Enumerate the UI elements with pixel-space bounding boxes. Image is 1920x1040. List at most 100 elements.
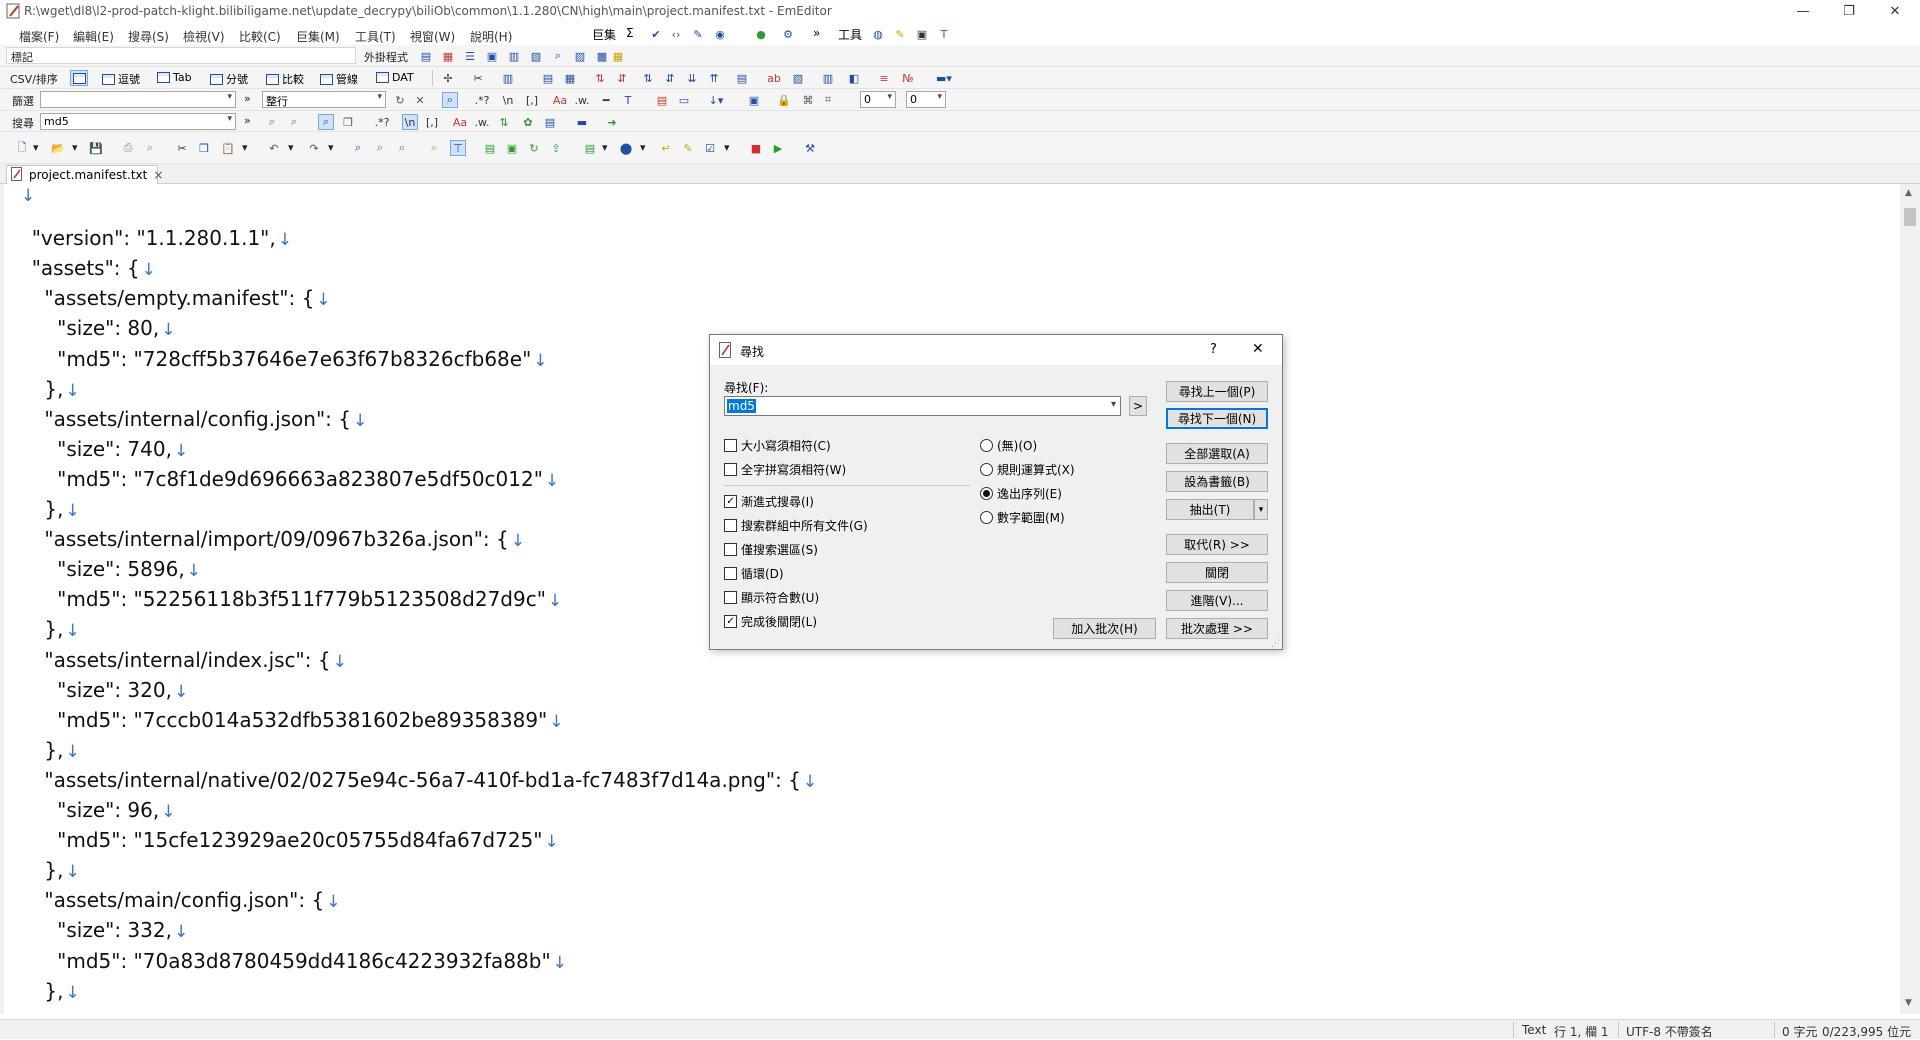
spell-check-icon[interactable]: ab	[766, 70, 782, 86]
run-macro-icon[interactable]: ●	[753, 26, 769, 42]
find-dialog-icon[interactable]: ▬	[574, 114, 590, 130]
browser-icon[interactable]: ◍	[870, 26, 886, 42]
editor-line[interactable]: ↓	[19, 182, 35, 206]
replace-icon[interactable]: ⌕	[394, 140, 410, 156]
chevron-down-icon[interactable]: ▾	[242, 141, 248, 154]
find-dialog-titlebar[interactable]: 尋找 ? ✕	[710, 335, 1282, 365]
plugin-projects-icon[interactable]: ▣	[484, 48, 500, 64]
incremental-icon[interactable]: ⇅	[496, 114, 512, 130]
vertical-scrollbar[interactable]: ▲ ▼	[1900, 184, 1920, 1014]
filter-input[interactable]: ▾	[40, 91, 236, 108]
editor-line[interactable]: "md5": "7c8f1de9d696663a823807e5df50c012…	[19, 467, 559, 491]
plugin-web-preview-icon[interactable]: ▨	[572, 48, 588, 64]
editor-line[interactable]: "md5": "52256118b3f511f779b5123508d27d9c…	[19, 587, 562, 611]
menu-help[interactable]: 說明(H)	[470, 28, 512, 45]
editor-line[interactable]: "md5": "70a83d8780459dd4186c4223932fa88b…	[19, 949, 567, 973]
csv-convert-icon[interactable]: ✢	[440, 70, 456, 86]
editor-line[interactable]: "assets/internal/index.jsc": {↓	[19, 648, 346, 672]
lock-icon[interactable]: 🔒	[776, 92, 792, 108]
status-position[interactable]: 行 1, 欄 1	[1554, 1023, 1609, 1040]
select-all-button[interactable]: 全部選取(A)	[1166, 443, 1268, 464]
plugin-search-icon[interactable]: ⌕	[550, 48, 566, 64]
checklist-icon[interactable]: ✔	[648, 26, 664, 42]
cut-icon[interactable]: ✂	[174, 140, 190, 156]
scroll-down-arrow-icon[interactable]: ▼	[1905, 998, 1912, 1008]
plugin-wordcount-icon[interactable]: ▧	[528, 48, 544, 64]
command-prompt-icon[interactable]: ▣	[914, 26, 930, 42]
tools-toolbar-label[interactable]: 工具	[838, 26, 862, 43]
find-all-icon[interactable]: ▤	[542, 114, 558, 130]
config-icon[interactable]: ▤	[582, 140, 598, 156]
play-macro-icon[interactable]: ▶	[770, 140, 786, 156]
menu-view[interactable]: 檢視(V)	[183, 28, 225, 45]
bookmark-bar[interactable]: 標記	[6, 47, 356, 64]
sort-descending-icon[interactable]: ⇵	[614, 70, 630, 86]
negative-filter-icon[interactable]: ━	[598, 92, 614, 108]
chevron-down-icon[interactable]: ▾	[640, 141, 646, 154]
sort-numeric-icon[interactable]: ⇅	[640, 70, 656, 86]
editor-line[interactable]: }, ↓	[19, 738, 79, 762]
editor-line[interactable]: }, ↓	[19, 377, 79, 401]
search-all-documents-checkbox[interactable]: 搜索群組中所有文件(G)	[724, 517, 868, 534]
plugin-charmap-icon[interactable]: ▦	[440, 48, 456, 64]
macro-settings-icon[interactable]: ⚙	[780, 26, 796, 42]
plugin-tag-icon[interactable]: ▦	[610, 48, 626, 64]
editor-line[interactable]: }, ↓	[19, 858, 79, 882]
csv-tab-button[interactable]: Tab	[157, 71, 192, 84]
escape-sequence-icon[interactable]: \n	[500, 92, 516, 108]
export-icon[interactable]: ⇪	[548, 140, 564, 156]
print-preview-icon[interactable]: ⌕	[142, 140, 158, 156]
filter-down-icon[interactable]: ↓▾	[708, 92, 724, 108]
macros-toolbar-label[interactable]: 巨集	[592, 26, 616, 43]
tool-hammer-icon[interactable]: T	[936, 26, 952, 42]
find-previous-button[interactable]: 尋找上一個(P)	[1166, 381, 1268, 402]
resize-grip-icon[interactable]: ⋰	[1271, 639, 1280, 649]
find-icon[interactable]: ⌕	[350, 140, 366, 156]
editor-line[interactable]: "version": "1.1.280.1.1", ↓	[19, 226, 292, 250]
new-file-icon[interactable]: 🗋	[14, 140, 30, 156]
customize-icon[interactable]: ✎	[680, 140, 696, 156]
editor-line[interactable]: "size": 5896, ↓	[19, 557, 201, 581]
filter-lines-icon[interactable]: ▤	[654, 92, 670, 108]
status-encoding[interactable]: UTF-8 不帶簽名	[1626, 1023, 1713, 1040]
filter-mode-select[interactable]: 整行 ▾	[262, 91, 386, 108]
close-dialog-button[interactable]: ✕	[1252, 341, 1264, 357]
editor-line[interactable]: "md5": "728cff5b37646e7e63f67b8326cfb68e…	[19, 347, 547, 371]
help-button[interactable]: ?	[1210, 342, 1217, 357]
close-window-button[interactable]: ✕	[1872, 0, 1918, 23]
find-next-icon[interactable]: ⌕	[372, 140, 388, 156]
status-mode[interactable]: Text	[1522, 1023, 1546, 1037]
chevron-down-icon[interactable]: ▾	[1111, 399, 1116, 410]
extract-button[interactable]: 抽出(T)	[1166, 499, 1254, 520]
chevron-down-icon[interactable]: ▾	[72, 141, 78, 154]
minimize-button[interactable]: —	[1780, 0, 1826, 23]
remove-duplicates-icon[interactable]: ▧	[790, 70, 806, 86]
mode-numeric-range-radio[interactable]: 數字範圍(M)	[980, 509, 1065, 526]
editor-line[interactable]: "md5": "15cfe123929ae20c05755d84fa67d725…	[19, 828, 559, 852]
sort-length-icon[interactable]: ⇊	[684, 70, 700, 86]
match-case-icon[interactable]: Aa	[452, 114, 468, 130]
escape-sequence-icon[interactable]: \n	[402, 114, 418, 130]
compare-files-icon[interactable]: ◧	[846, 70, 862, 86]
whole-word-icon[interactable]: .w.	[474, 114, 490, 130]
selection-only-checkbox[interactable]: 僅搜索選區(S)	[724, 541, 818, 558]
editor-line[interactable]: "assets/internal/native/02/0275e94c-56a7…	[19, 768, 817, 792]
editor-line[interactable]: "size": 332, ↓	[19, 918, 188, 942]
highlight-icon[interactable]: ⌕	[318, 114, 334, 130]
filter-icon[interactable]: ⊤	[450, 140, 466, 156]
plugin-outline-icon[interactable]: ☰	[462, 48, 478, 64]
replace-toggle-button[interactable]: 取代(R) >>	[1166, 534, 1268, 555]
editor-line[interactable]: }, ↓	[19, 617, 79, 641]
plugin-snippets-icon[interactable]: ▥	[506, 48, 522, 64]
unlink-icon[interactable]: ⌗	[820, 92, 836, 108]
editor-line[interactable]: "size": 96, ↓	[19, 798, 175, 822]
find-previous-icon[interactable]: ⌕	[264, 114, 280, 130]
plugin-explorer-icon[interactable]: ▤	[418, 48, 434, 64]
chevron-down-icon[interactable]: ▾	[724, 141, 730, 154]
csv-semicolon-button[interactable]: 分號	[210, 71, 248, 87]
mode-regex-radio[interactable]: 規則運算式(X)	[980, 461, 1075, 478]
numbering-icon[interactable]: ≡	[876, 70, 892, 86]
csv-tools-icon[interactable]: ✂	[470, 70, 486, 86]
extract-dropdown-chevron-icon[interactable]: ▾	[1254, 499, 1268, 520]
editor-line[interactable]: "assets/internal/config.json": {↓	[19, 407, 367, 431]
